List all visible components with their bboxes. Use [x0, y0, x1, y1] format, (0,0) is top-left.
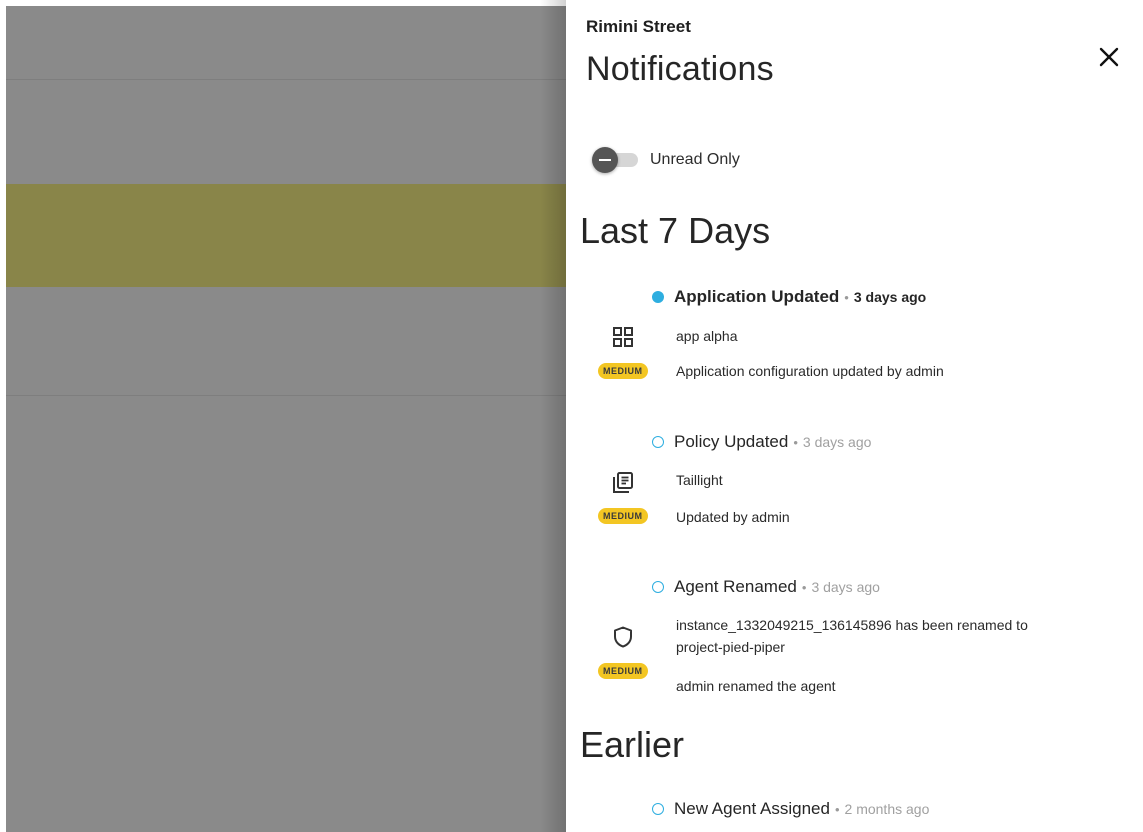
notifications-drawer: Rimini Street Notifications Unread Only … [566, 0, 1143, 832]
notification-subject: instance_1332049215_136145896 has been r… [676, 617, 1028, 633]
toggle-knob [592, 147, 618, 173]
notification-header[interactable]: New Agent Assigned • 2 months ago [652, 799, 929, 819]
policy-document-icon [613, 472, 633, 493]
separator-dot: • [844, 289, 849, 305]
grid-icon [613, 327, 633, 347]
unread-only-filter: Unread Only [592, 147, 740, 173]
notification-header[interactable]: Agent Renamed • 3 days ago [652, 577, 880, 597]
notification-age: 3 days ago [811, 579, 880, 595]
unread-only-toggle[interactable] [592, 147, 638, 173]
notification-title: Agent Renamed [674, 577, 797, 596]
notification-detail: Updated by admin [676, 509, 790, 525]
notification-age: 3 days ago [853, 289, 927, 305]
notification-subject: Taillight [676, 472, 723, 488]
section-heading-earlier: Earlier [580, 724, 685, 765]
severity-badge: MEDIUM [598, 508, 648, 524]
read-dot-icon [652, 436, 664, 448]
separator-dot: • [801, 579, 807, 595]
notification-title: Application Updated [674, 287, 840, 306]
backdrop-divider [6, 79, 566, 80]
notification-detail: Application configuration updated by adm… [676, 363, 944, 379]
shield-icon [614, 626, 632, 648]
unread-only-label[interactable]: Unread Only [650, 151, 740, 169]
notification-subject: app alpha [676, 328, 738, 344]
notification-title: Policy Updated [674, 432, 789, 451]
unread-dot-icon [652, 291, 664, 303]
notification-header[interactable]: Application Updated • 3 days ago [652, 287, 926, 307]
drawer-title: Notifications [586, 50, 774, 88]
close-icon[interactable] [1096, 44, 1122, 70]
notification-detail: admin renamed the agent [676, 678, 836, 694]
notification-subject-continued: project-pied-piper [676, 639, 785, 655]
severity-badge: MEDIUM [598, 663, 648, 679]
separator-dot: • [834, 801, 840, 817]
org-name: Rimini Street [586, 17, 691, 36]
notification-age: 3 days ago [802, 434, 872, 450]
drawer-shadow [540, 0, 566, 832]
severity-badge: MEDIUM [598, 363, 648, 379]
backdrop-top-edge [0, 0, 566, 6]
separator-dot: • [793, 434, 798, 450]
backdrop-highlighted-row [6, 184, 566, 287]
page-overlay-backdrop[interactable] [0, 0, 566, 832]
read-dot-icon [652, 803, 664, 815]
notification-header[interactable]: Policy Updated • 3 days ago [652, 432, 871, 452]
backdrop-left-edge [0, 0, 6, 832]
notification-title: New Agent Assigned [674, 799, 830, 818]
read-dot-icon [652, 581, 664, 593]
section-heading-last-7-days: Last 7 Days [580, 210, 771, 251]
notification-age: 2 months ago [844, 801, 930, 817]
backdrop-divider [6, 395, 566, 396]
